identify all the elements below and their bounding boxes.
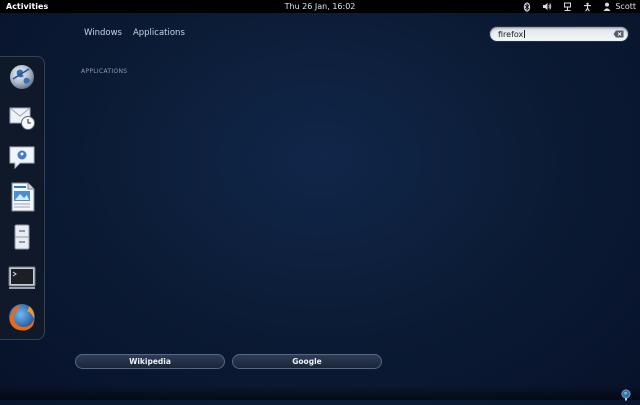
- dash-item-chat[interactable]: [6, 141, 38, 173]
- clear-search-icon[interactable]: [613, 30, 624, 38]
- accessibility-icon[interactable]: [582, 2, 592, 12]
- mail-clock-icon: [8, 103, 36, 131]
- dash-item-web-browser[interactable]: [6, 61, 38, 93]
- wikipedia-button[interactable]: Wikipedia: [75, 354, 225, 369]
- user-name: Scott: [615, 2, 636, 11]
- dash-item-terminal[interactable]: [6, 261, 38, 293]
- user-menu[interactable]: Scott: [602, 0, 636, 13]
- top-bar: Activities Thu 26 Jan, 16:02 Scott: [0, 0, 640, 13]
- dash-item-mail[interactable]: [6, 101, 38, 133]
- dash: [0, 56, 45, 340]
- google-button[interactable]: Google: [232, 354, 382, 369]
- tab-windows[interactable]: Windows: [84, 28, 122, 38]
- search-providers: Wikipedia Google: [75, 354, 382, 369]
- search-entry[interactable]: firefox: [489, 26, 629, 42]
- firefox-icon: [7, 302, 37, 332]
- dash-item-writer[interactable]: [6, 181, 38, 213]
- file-cabinet-icon: [8, 223, 36, 251]
- clock[interactable]: Thu 26 Jan, 16:02: [281, 2, 360, 11]
- globe-icon[interactable]: [621, 386, 631, 401]
- chat-icon: [8, 143, 36, 171]
- dash-item-file-cabinet[interactable]: [6, 221, 38, 253]
- status-tray: Scott: [522, 0, 636, 13]
- network-icon[interactable]: [562, 2, 572, 12]
- web-browser-icon: [8, 63, 36, 91]
- view-selector: Windows Applications: [84, 28, 185, 38]
- bluetooth-icon[interactable]: [522, 1, 532, 12]
- dash-item-firefox[interactable]: [6, 301, 38, 333]
- terminal-icon: [8, 263, 36, 291]
- writer-icon: [8, 182, 36, 212]
- message-tray-strip: [0, 386, 640, 400]
- text-cursor: [524, 30, 526, 38]
- search-input[interactable]: firefox: [498, 30, 613, 39]
- user-icon: [602, 2, 612, 12]
- tab-applications[interactable]: Applications: [133, 28, 185, 38]
- search-input-value: firefox: [498, 29, 524, 39]
- section-heading-applications: APPLICATIONS: [81, 68, 128, 75]
- volume-icon[interactable]: [542, 2, 552, 12]
